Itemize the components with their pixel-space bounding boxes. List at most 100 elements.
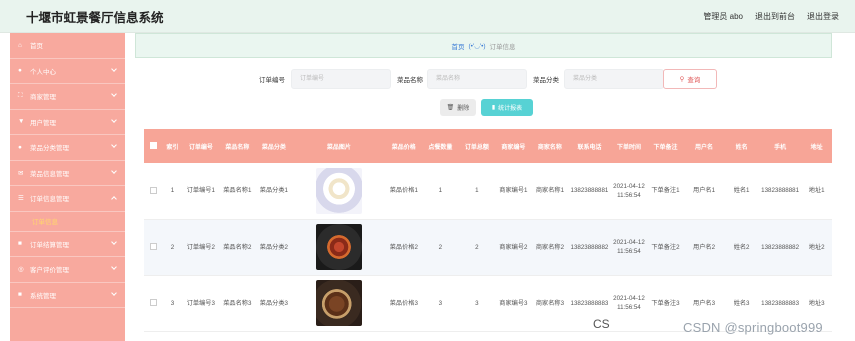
cell-shop-name: 商家名称2 (531, 219, 569, 276)
sidebar-item-label: 商家管理 (30, 94, 56, 102)
sidebar-item-dish-category[interactable]: ● 菜品分类管理 (10, 135, 125, 161)
csdn-watermark: CSDN @springboot999 (683, 320, 823, 335)
cell-time: 2021-04-12 11:56:54 (610, 275, 648, 332)
row-checkbox[interactable] (149, 187, 157, 195)
sidebar-item-settlement[interactable]: ■ 订单结算管理 (10, 232, 125, 257)
chevron-down-icon (111, 289, 117, 296)
cell-name: 姓名2 (724, 219, 759, 276)
row-checkbox-cell[interactable] (144, 163, 163, 220)
sidebar-item-label: 订单结算管理 (30, 241, 69, 249)
cell-total: 3 (458, 275, 496, 332)
sidebar-item-label: 菜品分类管理 (30, 145, 69, 153)
chevron-down-icon (111, 142, 117, 148)
column-header: 索引 (166, 144, 179, 151)
select-all-checkbox[interactable] (149, 142, 157, 150)
cell-index: 2 (162, 219, 183, 276)
cell-dish-image (292, 163, 386, 220)
dish-image[interactable] (315, 167, 362, 214)
breadcrumb: 首页 (•'◡'•) 订单信息 (135, 33, 832, 58)
column-header: 地址 (810, 144, 823, 151)
order-no-label: 订单编号 (259, 77, 285, 84)
sidebar: ⌂ 首页 ● 个人中心 ⛶ 商家管理 ▼ 用户管理 ● 菜品分类管理 ✉ 菜品信息管理 ☰ 订… (10, 33, 125, 341)
cell-mobile: 13823888882 (758, 219, 802, 276)
cell-shop-no: 商家编号3 (495, 275, 532, 332)
select-all-checkbox-cell[interactable] (144, 129, 162, 163)
row-checkbox-cell[interactable] (144, 219, 163, 276)
chevron-down-icon (111, 116, 117, 123)
mail-icon: ✉ (18, 169, 24, 177)
breadcrumb-home-link[interactable]: 首页 (451, 41, 464, 51)
search-button[interactable]: ⚲ 查询 (663, 69, 717, 89)
cell-total: 2 (458, 219, 496, 276)
sidebar-item-label: 个人中心 (30, 68, 56, 76)
bar-chart-icon: ▮ (491, 105, 496, 111)
chevron-up-icon (111, 196, 117, 202)
cell-phone: 13823888882 (568, 219, 611, 276)
delete-button[interactable]: 🗑 删除 (440, 99, 476, 116)
column-header: 订单总额 (464, 144, 489, 151)
sidebar-item-reviews[interactable]: ◎ 客户评价管理 (10, 257, 125, 283)
column-header: 手机 (774, 144, 787, 151)
dish-name-label: 菜品名称 (397, 77, 423, 84)
sidebar-item-orders[interactable]: ☰ 订单信息管理 (10, 186, 125, 212)
breadcrumb-current: 订单信息 (489, 43, 516, 51)
column-header: 菜品分类 (261, 144, 286, 151)
sidebar-item-label: 系统管理 (30, 292, 56, 300)
row-checkbox[interactable] (149, 299, 157, 307)
sidebar-item-shops[interactable]: ⛶ 商家管理 (10, 84, 125, 110)
chevron-down-icon (111, 264, 117, 270)
order-no-input[interactable]: 订单编号 (291, 69, 391, 89)
cell-shop-name: 商家名称1 (531, 163, 569, 220)
table-row[interactable]: 2 订单编号2 菜品名称2 菜品分类2 菜品价格2 2 2 商家编号2 商家名称… (144, 219, 832, 276)
delete-button-label: 删除 (457, 106, 470, 112)
sidebar-subitem-order-info[interactable]: 订单信息 (10, 211, 125, 232)
app-title: 十堰市虹景餐厅信息系统 (26, 10, 164, 25)
row-checkbox[interactable] (149, 243, 157, 251)
sidebar-item-system[interactable]: ■ 系统管理 (10, 283, 125, 308)
cell-shop-name: 商家名称3 (531, 275, 569, 332)
dish-image[interactable] (315, 280, 362, 326)
cell-shop-no: 商家编号2 (495, 219, 532, 276)
table-row[interactable]: 1 订单编号1 菜品名称1 菜品分类1 菜品价格1 1 1 商家编号1 商家名称… (144, 163, 832, 220)
cell-qty: 2 (422, 219, 459, 276)
row-checkbox-cell[interactable] (144, 275, 163, 332)
chevron-down-icon (111, 238, 117, 245)
cell-note: 下单备注1 (647, 163, 684, 220)
column-header: 下单时间 (616, 144, 641, 151)
cell-address: 地址1 (801, 163, 832, 220)
back-to-front-link[interactable]: 退出到前台 (755, 11, 795, 22)
main-content: 订单编号 订单编号 菜品名称 菜品名称 菜品分类 菜品分类 ⚲ 查询 🗑 删除 ▮ 统… (135, 58, 832, 341)
cell-note: 下单备注2 (647, 219, 684, 276)
cell-address: 地址2 (801, 219, 832, 276)
sidebar-item-dish-info[interactable]: ✉ 菜品信息管理 (10, 161, 125, 186)
orders-table: 索引 订单编号 菜品名称 菜品分类 菜品图片 菜品价格 点餐数量 订单总额 商家… (144, 129, 832, 332)
stats-report-button[interactable]: ▮ 统计报表 (481, 99, 533, 116)
chevron-down-icon (111, 167, 117, 174)
sidebar-item-users[interactable]: ▼ 用户管理 (10, 110, 125, 135)
breadcrumb-separator: (•'◡'•) (468, 42, 486, 50)
cs-overlay-text: CS (590, 317, 613, 331)
cell-price: 菜品价格2 (385, 219, 423, 276)
cell-shop-no: 商家编号1 (495, 163, 532, 220)
column-header: 下单备注 (653, 144, 678, 151)
cell-order-no: 订单编号1 (182, 163, 220, 220)
cell-dish-image (292, 219, 386, 276)
cell-time: 2021-04-12 11:56:54 (610, 219, 648, 276)
column-header: 姓名 (735, 144, 748, 151)
sidebar-item-personal[interactable]: ● 个人中心 (10, 59, 125, 84)
cell-order-no: 订单编号3 (182, 275, 220, 332)
sidebar-item-home[interactable]: ⌂ 首页 (10, 33, 125, 59)
logout-link[interactable]: 退出登录 (807, 11, 839, 22)
category-input[interactable]: 菜品分类 (564, 69, 664, 89)
dish-image[interactable] (315, 224, 362, 270)
cell-username: 用户名1 (683, 163, 725, 220)
cell-phone: 13823888881 (568, 163, 611, 220)
search-icon: ⚲ (679, 76, 685, 83)
cell-name: 姓名1 (724, 163, 759, 220)
column-header: 菜品价格 (391, 144, 416, 151)
dish-name-input[interactable]: 菜品名称 (427, 69, 527, 89)
users-icon: ▼ (18, 118, 25, 126)
column-header: 点餐数量 (428, 144, 453, 151)
sidebar-item-label: 首页 (30, 43, 43, 51)
search-button-label: 查询 (687, 77, 701, 84)
